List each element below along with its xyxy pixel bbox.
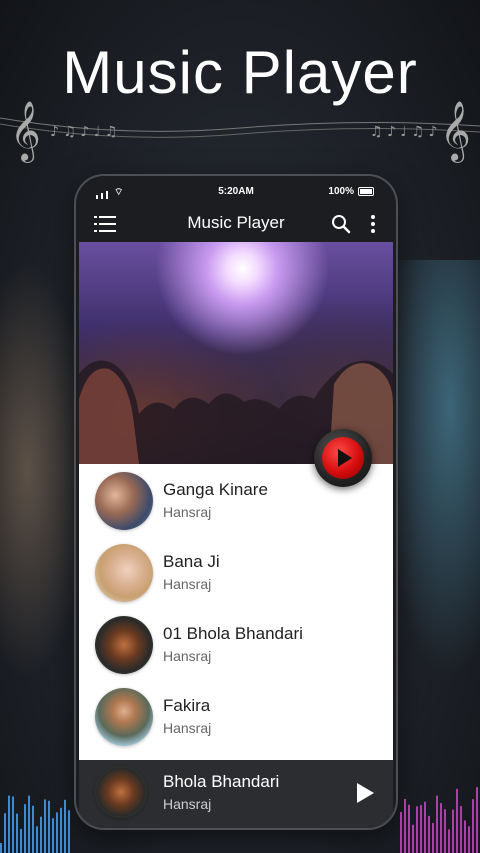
song-artist: Hansraj (163, 576, 212, 592)
battery-icon (358, 187, 374, 196)
song-thumbnail (95, 616, 153, 674)
svg-text:𝄞: 𝄞 (440, 101, 471, 163)
phone-frame: ⌔ 5:20AM 100% Music Player Ganga Kinare … (76, 176, 396, 828)
more-vert-icon[interactable] (368, 214, 378, 234)
equalizer-bar (408, 804, 410, 853)
battery-status: 100% (328, 186, 374, 197)
app-bar: Music Player (76, 206, 396, 242)
equalizer-bar (460, 805, 462, 853)
equalizer-bar (64, 799, 66, 853)
equalizer-bar (456, 788, 458, 853)
song-thumbnail (95, 472, 153, 530)
song-row[interactable]: Bana Ji Hansraj (79, 536, 393, 608)
equalizer-bar (464, 820, 466, 853)
equalizer-bar (68, 810, 70, 853)
equalizer-bar (424, 801, 426, 853)
song-artist: Hansraj (163, 648, 212, 664)
play-fab-button[interactable] (314, 429, 372, 487)
svg-text:♪ ♫ ♪ ♩ ♫: ♪ ♫ ♪ ♩ ♫ (50, 124, 117, 140)
equalizer-bar (32, 805, 34, 853)
equalizer-bar (452, 809, 454, 853)
equalizer-bar (4, 813, 6, 853)
equalizer-bar (400, 812, 402, 853)
equalizer-bar (56, 812, 58, 853)
equalizer-bar (436, 795, 438, 853)
equalizer-bar (432, 822, 434, 853)
equalizer-bar (40, 816, 42, 853)
song-artist: Hansraj (163, 504, 212, 520)
equalizer-bar (8, 795, 10, 853)
search-icon[interactable] (331, 214, 351, 234)
status-bar: ⌔ 5:20AM 100% (76, 176, 396, 206)
equalizer-bar (476, 787, 478, 853)
equalizer-bar (20, 828, 22, 853)
equalizer-bar (60, 807, 62, 853)
equalizer-bar (428, 815, 430, 853)
music-notes-decoration: 𝄞 𝄞 ♪ ♫ ♪ ♩ ♫ ♫ ♪ ♩ ♫ ♪ (0, 101, 480, 163)
equalizer-bar (416, 806, 418, 853)
equalizer-bar (48, 800, 50, 853)
song-list: Ganga Kinare Hansraj Bana Ji Hansraj 01 … (79, 464, 393, 760)
equalizer-bar (412, 824, 414, 853)
battery-percent: 100% (328, 186, 354, 197)
svg-text:𝄞: 𝄞 (10, 101, 41, 163)
song-artist: Hansraj (163, 720, 212, 736)
song-title: Bana Ji (163, 552, 220, 571)
equalizer-bar (12, 796, 14, 853)
equalizer-bar (16, 813, 18, 853)
song-title: Fakira (163, 696, 211, 715)
equalizer-decoration (0, 787, 478, 853)
equalizer-bar (468, 826, 470, 853)
equalizer-bar (36, 826, 38, 853)
equalizer-bar (28, 795, 30, 853)
song-title: 01 Bhola Bhandari (163, 624, 303, 643)
equalizer-bar (52, 818, 54, 853)
song-row[interactable]: 01 Bhola Bhandari Hansraj (79, 608, 393, 680)
song-row[interactable]: Fakira Hansraj (79, 680, 393, 752)
equalizer-bar (0, 843, 2, 853)
song-thumbnail (95, 544, 153, 602)
equalizer-bar (472, 799, 474, 853)
song-thumbnail (95, 688, 153, 746)
play-fab-inner (322, 437, 364, 479)
svg-text:♫ ♪ ♩ ♫ ♪: ♫ ♪ ♩ ♫ ♪ (370, 124, 437, 140)
equalizer-bar (448, 829, 450, 853)
equalizer-bar (444, 809, 446, 853)
equalizer-bar (420, 805, 422, 853)
equalizer-bar (44, 799, 46, 853)
equalizer-bar (404, 799, 406, 853)
song-title: Ganga Kinare (163, 480, 268, 499)
equalizer-bar (24, 804, 26, 853)
equalizer-bar (440, 803, 442, 853)
play-icon (338, 449, 352, 467)
